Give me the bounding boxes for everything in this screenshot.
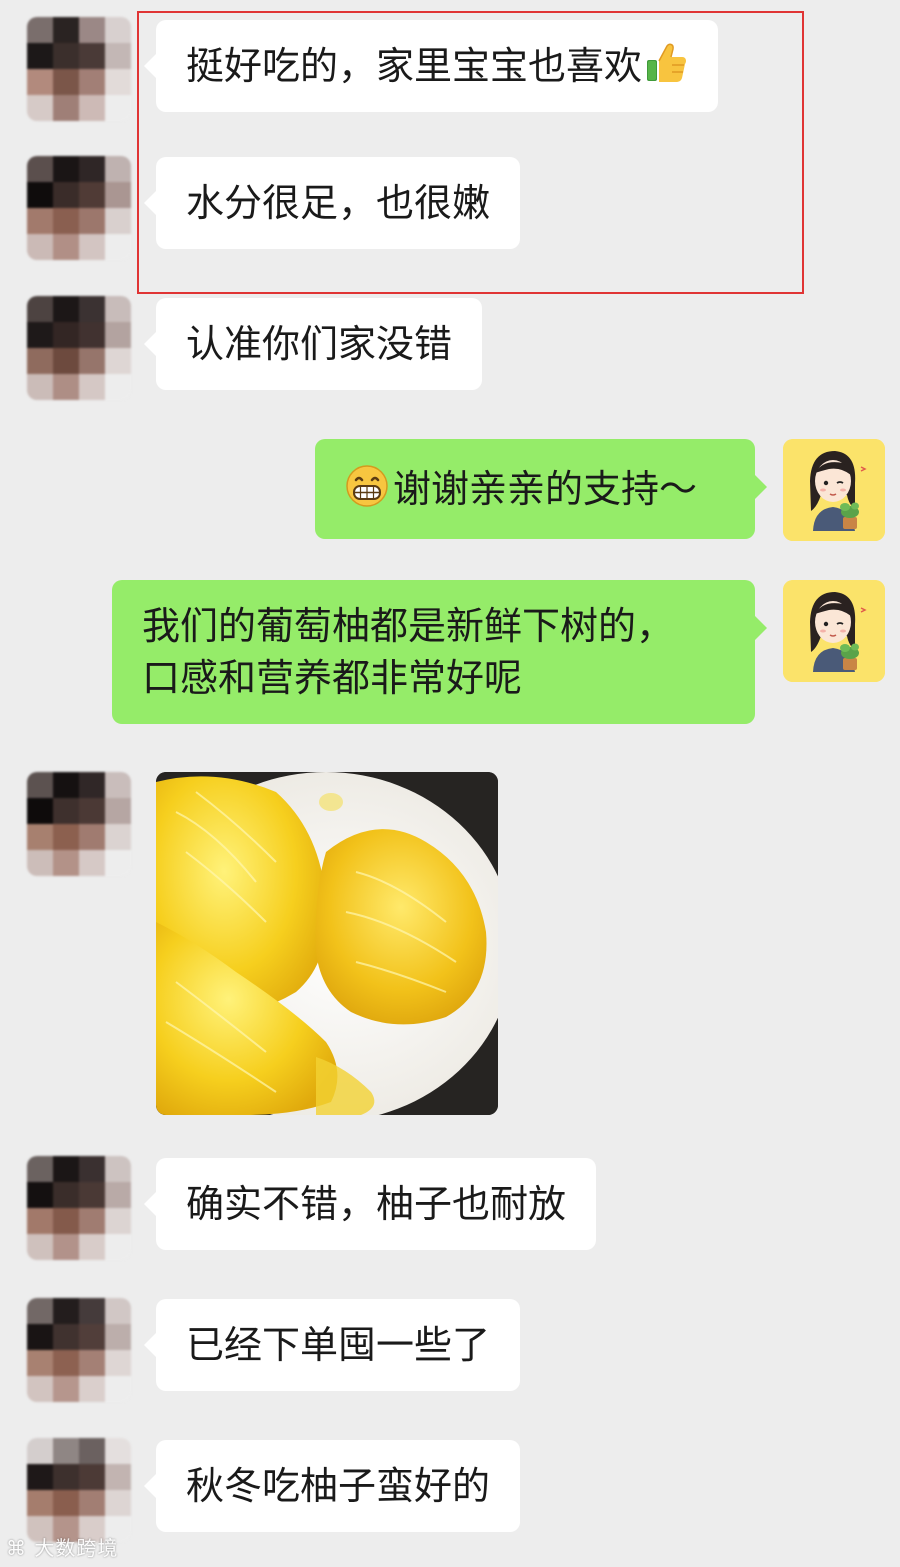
- message-text: 已经下单囤一些了: [186, 1323, 491, 1367]
- message-text: 谢谢亲亲的支持～: [393, 467, 698, 511]
- customer-avatar[interactable]: [27, 772, 131, 876]
- customer-avatar[interactable]: [27, 1156, 131, 1260]
- message-text: 确实不错，柚子也耐放: [186, 1182, 567, 1226]
- grapefruit-photo[interactable]: [156, 772, 498, 1115]
- message-bubble[interactable]: 秋冬吃柚子蛮好的: [143, 1440, 521, 1532]
- grinning-face-icon: [346, 465, 388, 507]
- message-text: 水分很足，也很嫩: [186, 181, 491, 225]
- customer-avatar[interactable]: [27, 1438, 131, 1542]
- customer-avatar[interactable]: [27, 296, 131, 400]
- customer-avatar[interactable]: [27, 156, 131, 260]
- message-text: 认准你们家没错: [186, 322, 453, 366]
- seller-avatar[interactable]: [783, 439, 885, 541]
- cartoon-girl-icon: [783, 580, 885, 682]
- message-bubble[interactable]: 已经下单囤一些了: [143, 1299, 521, 1391]
- message-text: 秋冬吃柚子蛮好的: [186, 1464, 491, 1508]
- customer-avatar[interactable]: [27, 1298, 131, 1402]
- message-bubble[interactable]: 我们的葡萄柚都是新鲜下树的， 口感和营养都非常好呢: [112, 580, 767, 724]
- grapefruit-image: [156, 772, 498, 1115]
- customer-avatar[interactable]: [27, 17, 131, 121]
- watermark: ⌘ 大数跨境: [6, 1532, 118, 1561]
- watermark-text: 大数跨境: [34, 1536, 119, 1560]
- message-bubble[interactable]: 确实不错，柚子也耐放: [143, 1158, 597, 1250]
- message-bubble[interactable]: 认准你们家没错: [143, 298, 483, 390]
- cartoon-girl-icon: [783, 439, 885, 541]
- message-bubble[interactable]: 挺好吃的，家里宝宝也喜欢: [143, 20, 719, 112]
- message-bubble[interactable]: 水分很足，也很嫩: [143, 157, 521, 249]
- watermark-logo-icon: ⌘: [6, 1536, 27, 1560]
- message-bubble[interactable]: 谢谢亲亲的支持～: [315, 439, 767, 539]
- message-line: 口感和营养都非常好呢: [142, 656, 523, 700]
- message-text: 挺好吃的，家里宝宝也喜欢: [186, 44, 643, 88]
- message-line: 我们的葡萄柚都是新鲜下树的，: [142, 604, 675, 648]
- thumbs-up-icon: [647, 43, 687, 82]
- seller-avatar[interactable]: [783, 580, 885, 682]
